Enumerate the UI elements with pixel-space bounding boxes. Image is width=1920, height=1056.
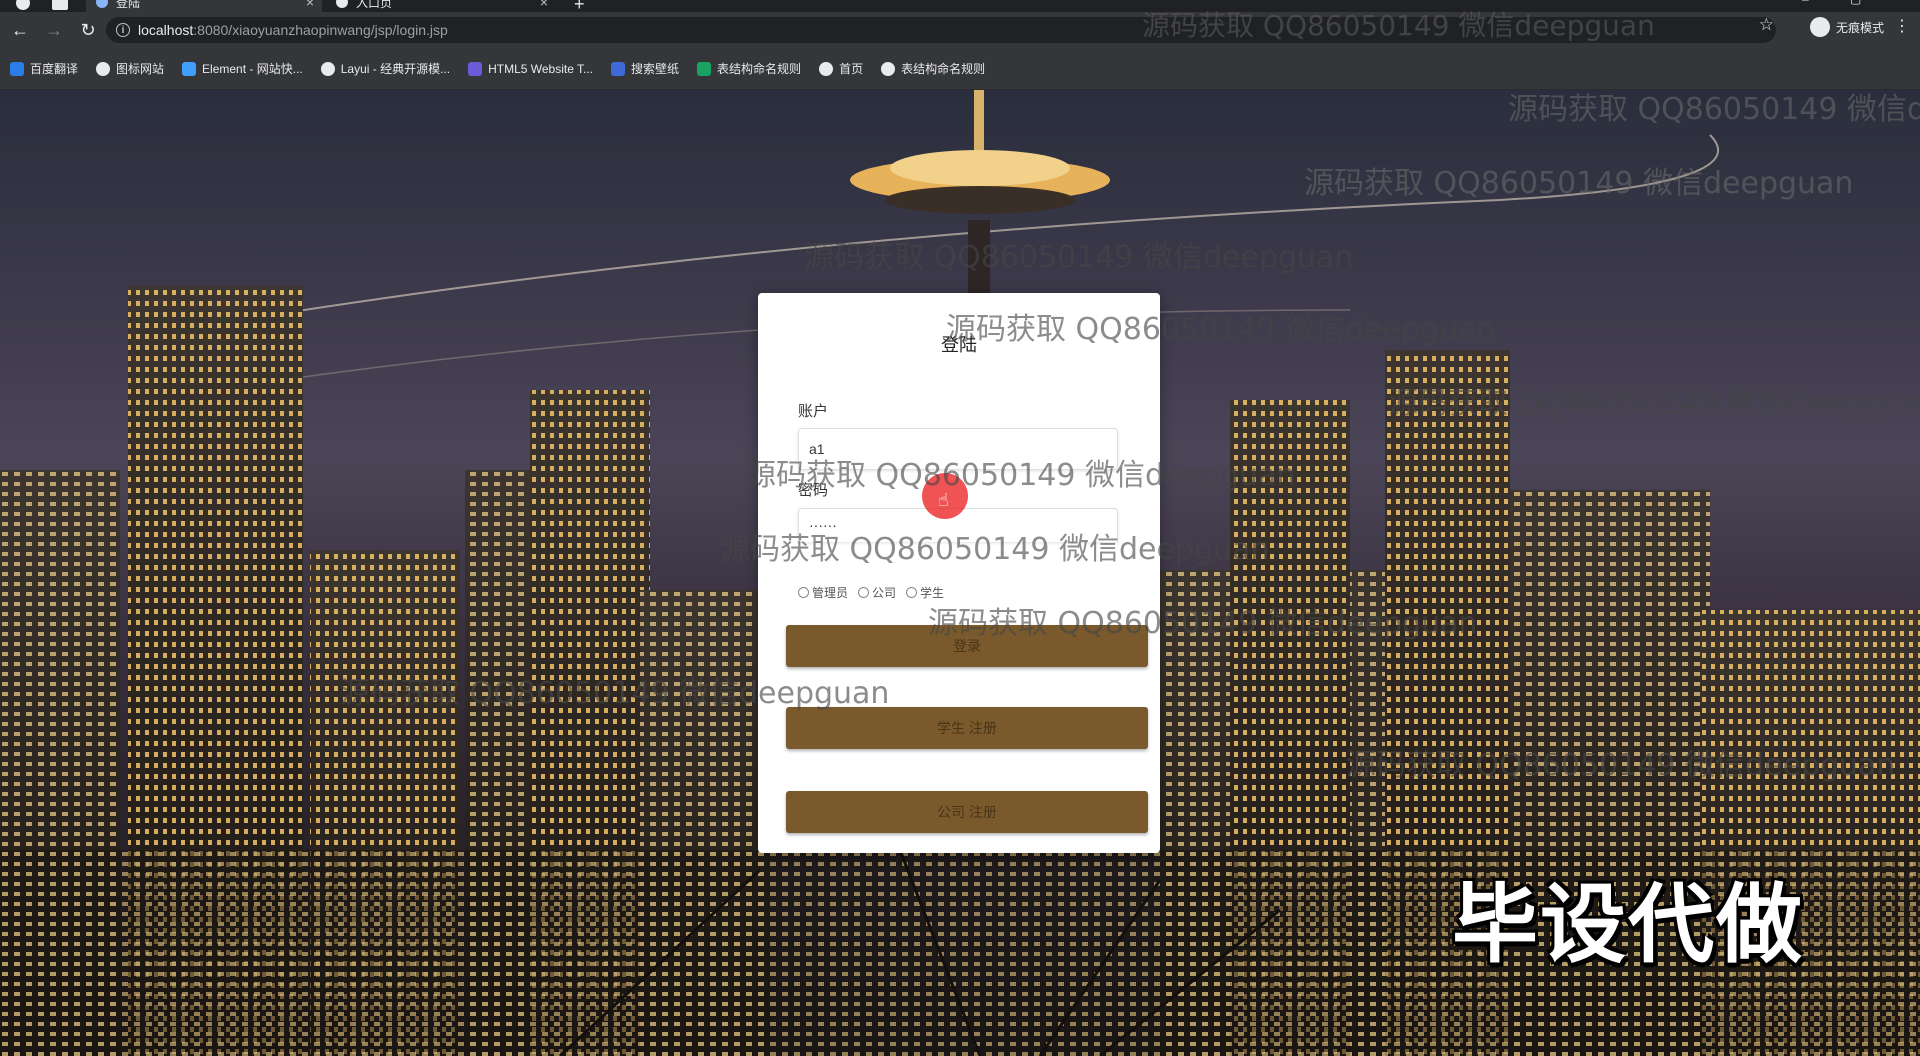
bookmark-label: 百度翻译 [30,62,79,76]
role-company[interactable]: 公司 [858,584,896,601]
student-register-button[interactable]: 学生 注册 [786,707,1148,749]
bookmark-label: Element - 网站快... [202,62,303,76]
address-bar[interactable]: i localhost:8080/xiaoyuanzhaopinwang/jsp… [106,17,1776,43]
login-card: 登陆 账户 a1 密码 ······ 管理员 公司 学生 登录 学生 注册 公司… [758,293,1160,853]
translate-icon [10,61,24,76]
bookmark-label: 图标网站 [116,62,165,76]
radio-icon[interactable] [798,587,809,598]
role-label: 管理员 [812,586,849,600]
tab-login[interactable]: 登陆 × [86,0,322,12]
hand-cursor-icon: ☝ [938,490,949,510]
bookmark-item[interactable]: 首页 [819,60,863,77]
tab-title: 入口页 [356,0,393,10]
bookmark-item[interactable]: 百度翻译 [10,60,78,77]
password-label: 密码 [798,482,829,499]
company-register-button[interactable]: 公司 注册 [786,791,1148,833]
tab-favicon-icon [96,0,108,8]
promo-stamp: 毕设代做 [1452,875,1804,975]
bookmark-label: 搜索壁纸 [631,62,680,76]
tab-entry[interactable]: 入口页 × [326,0,556,12]
reload-icon[interactable]: ↻ [74,16,102,44]
bookmarks-bar: 百度翻译 图标网站 Element - 网站快... Layui - 经典开源模...… [0,48,1920,90]
sheet-icon [697,61,712,76]
browser-profile-icon[interactable] [16,0,30,10]
bookmark-item[interactable]: 表结构命名规则 [697,60,801,77]
globe-icon [881,61,896,76]
wallpaper-icon [611,61,626,76]
close-tab-icon[interactable]: × [540,0,548,10]
role-radio-group: 管理员 公司 学生 [798,584,944,601]
role-label: 公司 [872,586,897,600]
bookmark-item[interactable]: 图标网站 [96,60,164,77]
bookmark-item[interactable]: Layui - 经典开源模... [320,60,451,77]
page-viewport: 登陆 账户 a1 密码 ······ 管理员 公司 学生 登录 学生 注册 公司… [0,90,1920,1056]
flag-icon [96,61,111,76]
browser-menu-icon[interactable]: ⋮ [1894,16,1910,36]
html5-icon [468,61,483,76]
account-label: 账户 [798,403,829,420]
forward-icon[interactable]: → [40,16,68,44]
globe-icon [819,61,834,76]
url-path: :8080/xiaoyuanzhaopinwang/jsp/login.jsp [193,22,448,38]
bookmark-label: HTML5 Website T... [488,61,594,76]
bookmark-star-icon[interactable]: ☆ [1759,15,1774,35]
tab-title: 登陆 [116,0,141,10]
bookmark-label: 首页 [839,62,864,76]
incognito-label: 无痕模式 [1835,20,1884,35]
maximize-icon[interactable]: ▢ [1850,0,1861,6]
incognito-icon [1809,17,1830,37]
bookmark-item[interactable]: HTML5 Website T... [468,61,594,76]
browser-toolbar: ← → ↻ i localhost:8080/xiaoyuanzhaopinwa… [0,12,1920,48]
incognito-indicator[interactable]: 无痕模式 [1809,15,1884,39]
bookmark-label: 表结构命名规则 [901,62,986,76]
tab-favicon-icon [336,0,348,8]
new-tab-icon[interactable]: + [574,0,585,12]
url-host: localhost [138,22,194,38]
site-info-icon[interactable]: i [116,23,130,37]
close-tab-icon[interactable]: × [306,0,314,10]
bookmark-item[interactable]: 表结构命名规则 [881,60,985,77]
tab-search-icon[interactable] [52,0,68,10]
role-admin[interactable]: 管理员 [798,584,848,601]
radio-icon[interactable] [906,587,918,598]
account-input[interactable]: a1 [798,428,1118,470]
bookmark-item[interactable]: 搜索壁纸 [611,60,679,77]
bookmark-label: 表结构命名规则 [717,62,802,76]
layui-icon [320,61,335,76]
radio-icon[interactable] [858,587,870,598]
role-label: 学生 [920,586,945,600]
element-icon [182,61,197,76]
login-title: 登陆 [941,335,977,355]
tab-strip: 登陆 × 入口页 × + – ▢ [0,0,1920,12]
bookmark-label: Layui - 经典开源模... [340,62,451,76]
bookmark-item[interactable]: Element - 网站快... [182,60,303,77]
back-icon[interactable]: ← [6,16,34,44]
login-button[interactable]: 登录 [786,625,1148,667]
minimize-icon[interactable]: – [1802,0,1809,6]
role-student[interactable]: 学生 [906,584,944,601]
